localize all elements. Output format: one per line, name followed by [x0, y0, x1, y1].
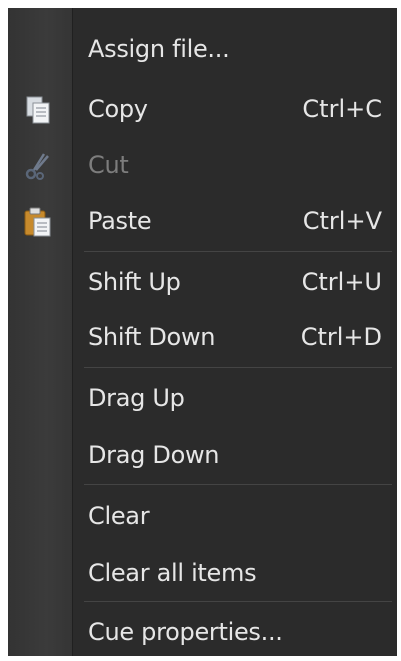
menu-item-drag-down[interactable]: Drag Down — [8, 426, 397, 484]
menu-item-shortcut: Ctrl+V — [302, 207, 382, 235]
menu-item-label: Clear — [88, 502, 150, 530]
copy-icon — [22, 94, 54, 126]
menu-item-label: Drag Down — [88, 441, 220, 469]
menu-item-clear-all-items[interactable]: Clear all items — [8, 544, 397, 602]
separator — [84, 251, 392, 252]
menu-item-cut[interactable]: Cut — [8, 136, 397, 194]
menu-item-assign-file[interactable]: Assign file... — [8, 20, 397, 78]
menu-item-label: Assign file... — [88, 35, 230, 63]
menu-item-label: Cut — [88, 151, 129, 179]
context-menu: Assign file... Copy Ctrl+C Cut Paste Ctr… — [8, 8, 397, 656]
menu-item-paste[interactable]: Paste Ctrl+V — [8, 192, 397, 250]
menu-item-shortcut: Ctrl+D — [300, 323, 382, 351]
menu-item-label: Copy — [88, 95, 148, 123]
menu-item-clear[interactable]: Clear — [8, 487, 397, 545]
menu-item-drag-up[interactable]: Drag Up — [8, 369, 397, 427]
menu-item-label: Cue properties... — [88, 618, 283, 646]
menu-item-cue-properties[interactable]: Cue properties... — [8, 603, 397, 661]
menu-item-label: Paste — [88, 207, 152, 235]
menu-item-label: Shift Up — [88, 268, 181, 296]
menu-item-label: Shift Down — [88, 323, 216, 351]
menu-item-copy[interactable]: Copy Ctrl+C — [8, 80, 397, 138]
menu-item-label: Drag Up — [88, 384, 185, 412]
separator — [84, 367, 392, 368]
separator — [84, 601, 392, 602]
menu-item-shift-down[interactable]: Shift Down Ctrl+D — [8, 308, 397, 366]
menu-item-label: Clear all items — [88, 559, 257, 587]
scissors-icon — [22, 150, 54, 182]
menu-item-shift-up[interactable]: Shift Up Ctrl+U — [8, 253, 397, 311]
menu-item-shortcut: Ctrl+U — [301, 268, 382, 296]
clipboard-paste-icon — [22, 206, 54, 238]
menu-item-shortcut: Ctrl+C — [302, 95, 382, 123]
separator — [84, 484, 392, 485]
